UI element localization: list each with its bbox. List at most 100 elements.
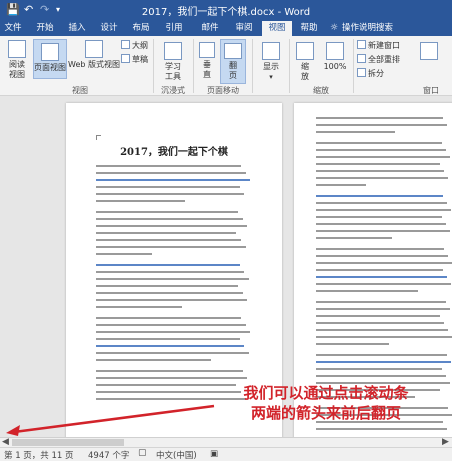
word-count[interactable]: 4947 个字	[88, 449, 129, 461]
zoom-100-button[interactable]: 100%	[320, 42, 350, 72]
document-title: 2017，我们一起下个棋	[120, 147, 228, 158]
text-line	[96, 324, 246, 326]
switch-windows-button[interactable]	[412, 42, 446, 62]
side-to-side-icon	[224, 43, 242, 59]
text-line	[316, 322, 445, 324]
outline-icon	[121, 40, 130, 49]
text-line	[96, 331, 251, 333]
lightbulb-icon: ☼	[329, 23, 339, 33]
text-line	[316, 209, 452, 211]
tab-insert[interactable]: 插入	[64, 21, 90, 36]
text-line	[316, 248, 445, 250]
text-line	[96, 232, 237, 234]
horizontal-scrollbar[interactable]: ◀ ▶	[0, 437, 452, 447]
text-line	[96, 377, 248, 379]
text-line	[316, 308, 450, 310]
outline-button[interactable]: 大纲	[121, 40, 148, 51]
macro-recording-icon[interactable]: ▣	[210, 449, 218, 459]
show-label: 显示	[263, 62, 279, 71]
vertical-label: 垂 直	[203, 60, 211, 79]
proofing-icon[interactable]: ▢	[138, 448, 147, 458]
text-line	[96, 299, 248, 301]
text-line	[316, 375, 446, 377]
tab-file[interactable]: 文件	[0, 21, 26, 36]
window-group-label: 窗口	[423, 86, 439, 95]
switch-windows-icon	[420, 42, 438, 60]
group-divider	[289, 39, 290, 93]
title-bar: 💾 ↶ ↷ ▾ 2017，我们一起下个棋.docx - Word	[0, 0, 452, 20]
language-indicator[interactable]: 中文(中国)	[156, 449, 197, 461]
text-line	[316, 131, 395, 133]
text-line	[316, 184, 366, 186]
text-line	[96, 165, 242, 167]
text-line	[96, 179, 251, 181]
tab-help[interactable]: 帮助	[296, 21, 322, 36]
print-layout-button[interactable]: 页面视图	[33, 39, 67, 79]
draft-button[interactable]: 草稿	[121, 54, 148, 65]
scroll-left-arrow-icon[interactable]: ◀	[2, 437, 9, 447]
split-button[interactable]: 拆分	[357, 68, 384, 79]
text-line	[96, 352, 249, 354]
text-line	[316, 276, 448, 278]
text-line	[96, 225, 248, 227]
text-line	[96, 306, 182, 308]
text-line	[96, 193, 245, 195]
tab-mailings[interactable]: 邮件	[197, 21, 223, 36]
print-layout-label: 页面视图	[34, 63, 66, 72]
group-divider	[353, 39, 354, 93]
text-line	[316, 117, 443, 119]
tell-me-search[interactable]: 操作说明搜索	[342, 21, 412, 36]
read-mode-icon	[8, 40, 26, 58]
text-line	[316, 142, 442, 144]
show-button[interactable]: 显示 ▾	[256, 42, 286, 82]
learning-tools-button[interactable]: 学习 工具	[156, 42, 190, 82]
vertical-button[interactable]: 垂 直	[196, 42, 218, 80]
web-layout-icon	[85, 40, 103, 58]
annotation-line: 我们可以通过点击滚动条	[243, 384, 409, 402]
text-line	[96, 278, 249, 280]
text-line	[96, 285, 238, 287]
draft-label: 草稿	[132, 55, 148, 64]
new-window-button[interactable]: 新建窗口	[357, 40, 400, 51]
ribbon-tabs: 文件 开始 插入 设计 布局 引用 邮件 审阅 视图 帮助 ☼ 操作说明搜索	[0, 20, 452, 36]
learning-tools-label: 学习 工具	[165, 62, 181, 81]
tab-home[interactable]: 开始	[32, 21, 58, 36]
tab-review[interactable]: 审阅	[231, 21, 257, 36]
text-line	[316, 283, 452, 285]
status-bar: 第 1 页，共 11 页 4947 个字 ▢ 中文(中国) ▣	[0, 447, 452, 461]
zoom-button[interactable]: 缩 放	[293, 42, 317, 82]
text-line	[316, 361, 452, 363]
scrollbar-thumb[interactable]	[12, 439, 124, 446]
zoom-label: 缩 放	[301, 62, 309, 81]
page-movement-group-label: 页面移动	[207, 86, 239, 95]
side-to-side-button[interactable]: 翻 页	[220, 39, 246, 84]
web-layout-button[interactable]: Web 版式视图	[67, 40, 121, 70]
text-line	[316, 301, 446, 303]
tab-layout[interactable]: 布局	[128, 21, 154, 36]
zoom-100-label: 100%	[323, 62, 347, 71]
text-line	[316, 216, 442, 218]
scroll-right-arrow-icon[interactable]: ▶	[442, 437, 449, 447]
tab-design[interactable]: 设计	[96, 21, 122, 36]
window-title: 2017，我们一起下个棋.docx - Word	[141, 7, 311, 18]
new-window-label: 新建窗口	[368, 41, 400, 50]
tab-view[interactable]: 视图	[262, 21, 292, 36]
arrange-all-icon	[357, 54, 366, 63]
page-count[interactable]: 第 1 页，共 11 页	[4, 449, 74, 461]
text-line	[96, 186, 240, 188]
read-mode-button[interactable]: 阅读 视图	[2, 40, 32, 80]
chevron-down-icon: ▾	[269, 73, 273, 81]
side-to-side-label: 翻 页	[229, 61, 237, 80]
views-group-label: 视图	[72, 86, 88, 95]
annotation-arrow	[6, 404, 215, 436]
text-line	[316, 336, 452, 338]
read-mode-label: 阅读 视图	[9, 60, 25, 79]
text-line	[316, 329, 449, 331]
text-line	[316, 428, 448, 430]
text-line	[316, 156, 450, 158]
tab-references[interactable]: 引用	[161, 21, 187, 36]
vertical-page-icon	[199, 42, 215, 58]
text-line	[316, 237, 392, 239]
arrange-all-button[interactable]: 全部重排	[357, 54, 400, 65]
text-line	[316, 290, 419, 292]
